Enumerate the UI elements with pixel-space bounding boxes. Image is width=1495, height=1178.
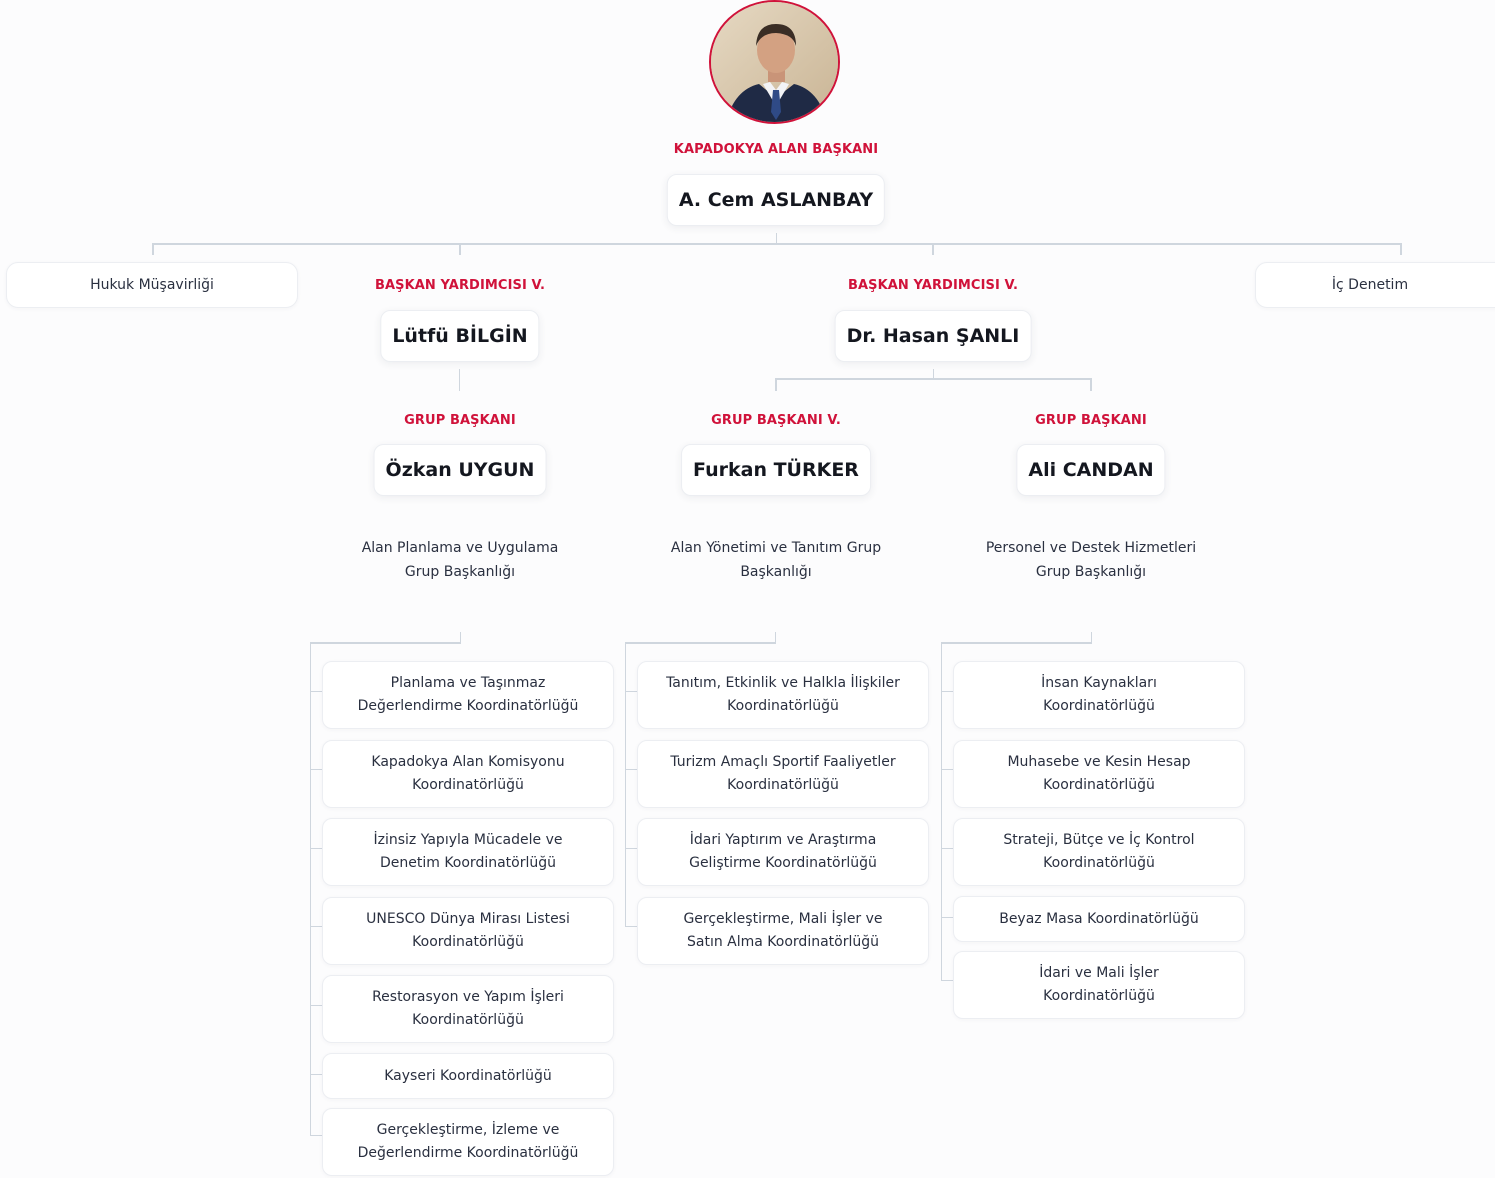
unit-label-line: Gerçekleştirme, Mali İşler ve — [683, 911, 883, 927]
unit-box[interactable]: Tanıtım, Etkinlik ve Halkla İlişkiler Koo… — [637, 661, 929, 729]
vp1-name: Lütfü BİLGİN — [380, 310, 540, 362]
group1-department-line2: Grup Başkanlığı — [404, 564, 516, 580]
unit-label-line: Turizm Amaçlı Sportif Faaliyetler — [670, 754, 896, 770]
unit-label-line: Geliştirme Koordinatörlüğü — [689, 855, 877, 871]
unit-box[interactable]: Muhasebe ve Kesin Hesap Koordinatörlüğü — [953, 740, 1245, 808]
group1-role: GRUP BAŞKANI — [404, 413, 516, 428]
unit-label-line: Gerçekleştirme, İzleme ve — [376, 1122, 560, 1138]
unit-label-line: Koordinatörlüğü — [1043, 988, 1155, 1004]
unit-box[interactable]: İdari ve Mali İşler Koordinatörlüğü — [953, 951, 1245, 1019]
unit-label-line: Değerlendirme Koordinatörlüğü — [357, 698, 579, 714]
group2-role: GRUP BAŞKANI V. — [711, 413, 841, 428]
unit-label-line: Beyaz Masa Koordinatörlüğü — [999, 910, 1199, 927]
unit-box[interactable]: Kayseri Koordinatörlüğü — [322, 1053, 614, 1099]
unit-label-line: Restorasyon ve Yapım İşleri — [372, 989, 564, 1005]
unit-label-line: İdari ve Mali İşler — [1039, 965, 1159, 981]
unit-box[interactable]: Restorasyon ve Yapım İşleri Koordinatörlü… — [322, 975, 614, 1043]
unit-box[interactable]: Gerçekleştirme, İzleme ve Değerlendirme K… — [322, 1108, 614, 1176]
legal-counsel-label: Hukuk Müşavirliği — [90, 277, 214, 293]
vp2-name: Dr. Hasan ŞANLI — [834, 310, 1032, 362]
unit-box[interactable]: Gerçekleştirme, Mali İşler ve Satın Alma … — [637, 897, 929, 965]
president-photo — [709, 0, 840, 124]
group3-department-line1: Personel ve Destek Hizmetleri — [985, 540, 1197, 556]
group1-department: Alan Planlama ve Uygulama Grup Başkanlığ… — [330, 536, 590, 584]
unit-label-line: Denetim Koordinatörlüğü — [379, 855, 557, 871]
unit-label-line: Strateji, Bütçe ve İç Kontrol — [1003, 832, 1195, 848]
group2-department-line1: Alan Yönetimi ve Tanıtım Grup — [670, 540, 882, 556]
unit-label-line: Tanıtım, Etkinlik ve Halkla İlişkiler — [666, 675, 900, 691]
internal-audit-label: İç Denetim — [1331, 277, 1409, 293]
unit-box[interactable]: Beyaz Masa Koordinatörlüğü — [953, 896, 1245, 942]
unit-label-line: İzinsiz Yapıyla Mücadele ve — [373, 832, 563, 848]
unit-label-line: Koordinatörlüğü — [727, 698, 839, 714]
unit-box[interactable]: İzinsiz Yapıyla Mücadele ve Denetim Koord… — [322, 818, 614, 886]
unit-label-line: Koordinatörlüğü — [1043, 698, 1155, 714]
president-name: A. Cem ASLANBAY — [666, 174, 886, 226]
portrait-image — [711, 2, 838, 122]
unit-label-line: İdari Yaptırım ve Araştırma — [689, 832, 877, 848]
vp2-role: BAŞKAN YARDIMCISI V. — [847, 278, 1019, 293]
group3-role: GRUP BAŞKANI — [1035, 413, 1147, 428]
unit-label-line: Planlama ve Taşınmaz — [390, 675, 546, 691]
legal-counsel-box[interactable]: Hukuk Müşavirliği — [6, 262, 298, 308]
unit-label-line: Değerlendirme Koordinatörlüğü — [357, 1145, 579, 1161]
unit-label-line: Koordinatörlüğü — [727, 777, 839, 793]
group3-head-name: Ali CANDAN — [1016, 444, 1166, 496]
unit-label-line: Koordinatörlüğü — [1043, 777, 1155, 793]
unit-box[interactable]: Planlama ve Taşınmaz Değerlendirme Koordi… — [322, 661, 614, 729]
president-role: KAPADOKYA ALAN BAŞKANI — [673, 142, 879, 157]
unit-label-line: Koordinatörlüğü — [412, 1012, 524, 1028]
unit-label-line: Muhasebe ve Kesin Hesap — [1007, 754, 1191, 770]
unit-label-line: UNESCO Dünya Mirası Listesi — [366, 911, 570, 927]
group2-department: Alan Yönetimi ve Tanıtım Grup Başkanlığı — [646, 536, 906, 584]
vp1-role: BAŞKAN YARDIMCISI V. — [374, 278, 546, 293]
unit-label-line: İnsan Kaynakları — [1041, 675, 1157, 691]
unit-label-line: Satın Alma Koordinatörlüğü — [687, 934, 879, 950]
unit-box[interactable]: Strateji, Bütçe ve İç Kontrol Koordinatör… — [953, 818, 1245, 886]
unit-box[interactable]: UNESCO Dünya Mirası Listesi Koordinatörlü… — [322, 897, 614, 965]
unit-box[interactable]: Turizm Amaçlı Sportif Faaliyetler Koordin… — [637, 740, 929, 808]
unit-label-line: Kapadokya Alan Komisyonu — [371, 754, 565, 770]
unit-box[interactable]: Kapadokya Alan Komisyonu Koordinatörlüğü — [322, 740, 614, 808]
unit-label-line: Koordinatörlüğü — [1043, 855, 1155, 871]
unit-box[interactable]: İnsan Kaynakları Koordinatörlüğü — [953, 661, 1245, 729]
unit-label-line: Kayseri Koordinatörlüğü — [384, 1067, 552, 1084]
unit-label-line: Koordinatörlüğü — [412, 934, 524, 950]
group1-head-name: Özkan UYGUN — [373, 444, 547, 496]
unit-box[interactable]: İdari Yaptırım ve Araştırma Geliştirme Ko… — [637, 818, 929, 886]
group3-department: Personel ve Destek Hizmetleri Grup Başka… — [961, 536, 1221, 584]
unit-label-line: Koordinatörlüğü — [412, 777, 524, 793]
internal-audit-box[interactable]: İç Denetim — [1255, 262, 1495, 308]
group2-department-line2: Başkanlığı — [740, 564, 812, 580]
group2-head-name: Furkan TÜRKER — [681, 444, 871, 496]
group3-department-line2: Grup Başkanlığı — [1035, 564, 1147, 580]
group1-department-line1: Alan Planlama ve Uygulama — [361, 540, 559, 556]
